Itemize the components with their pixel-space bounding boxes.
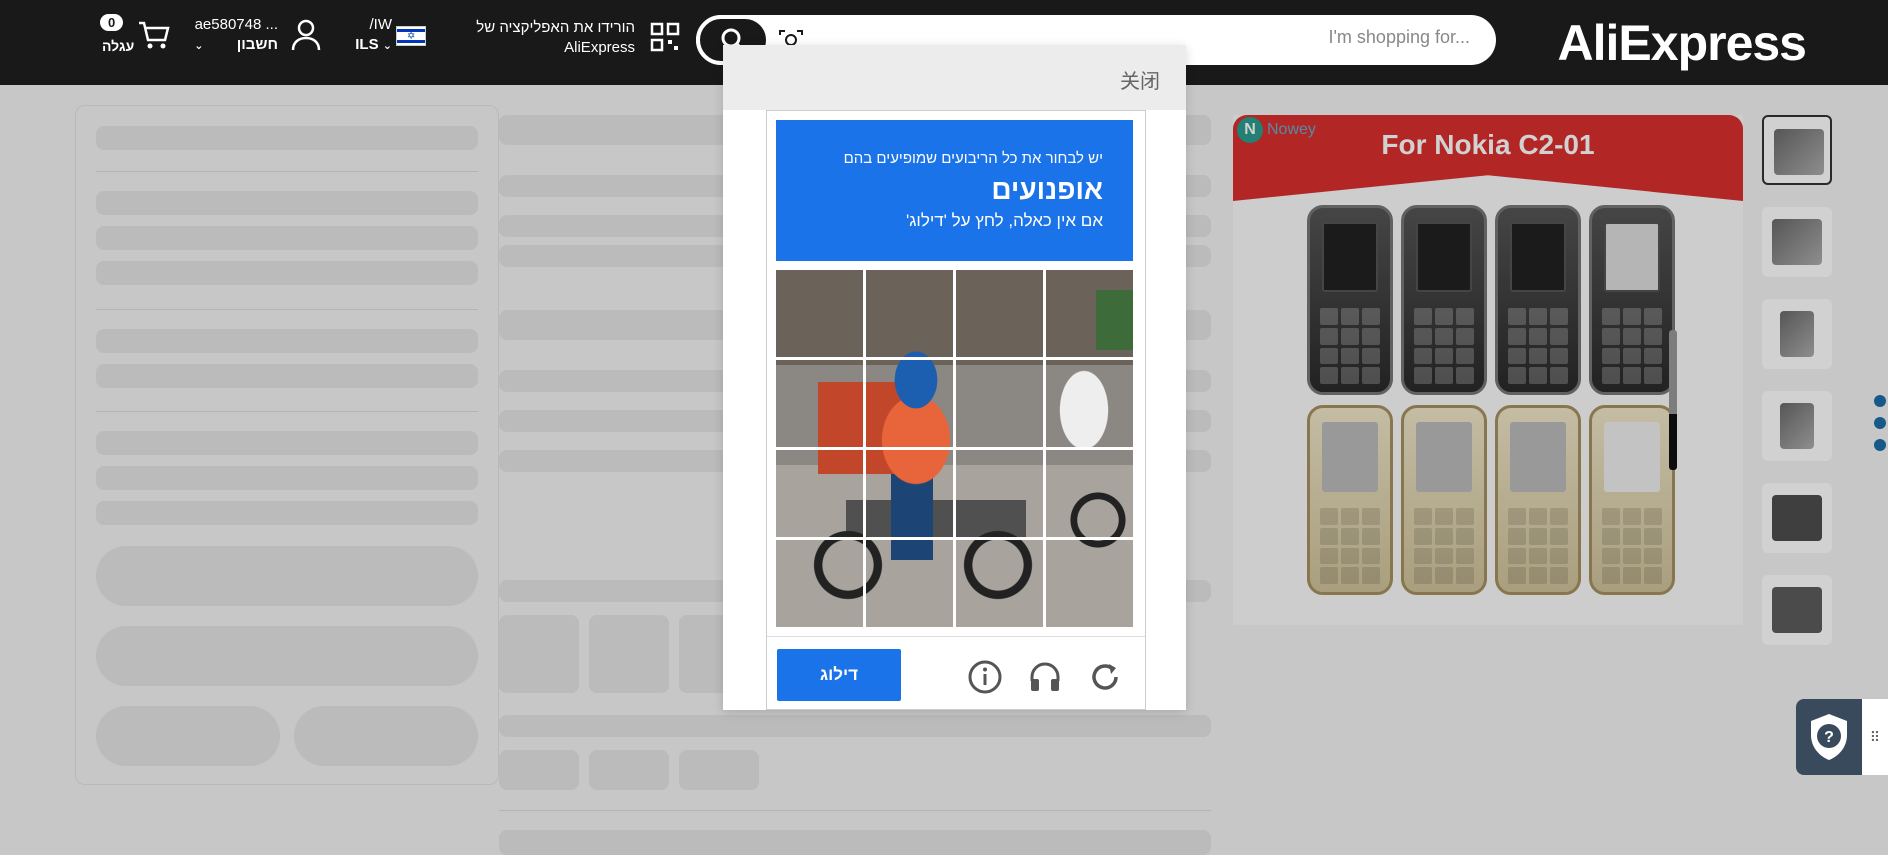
captcha-tile[interactable] — [955, 449, 1044, 538]
shield-question-icon: ? — [1811, 714, 1847, 760]
captcha-tile[interactable] — [1044, 359, 1133, 448]
captcha-modal: 关闭 יש לבחור את כל הריבועים שמופיעים בהם … — [723, 45, 1186, 710]
app-download-link[interactable]: הורידו את האפליקציה של AliExpress — [476, 18, 680, 58]
captcha-tile[interactable] — [776, 538, 865, 627]
recaptcha-instruction-header: יש לבחור את כל הריבועים שמופיעים בהם אופ… — [776, 120, 1133, 261]
info-icon[interactable] — [967, 659, 1003, 695]
israel-flag-icon: ✡ — [396, 26, 426, 46]
cart-button[interactable]: 0 עגלה — [100, 14, 172, 58]
drag-handle-icon[interactable]: ⠿ — [1862, 699, 1888, 775]
currency-label: ILS ⌄ — [355, 36, 392, 53]
modal-top-bar: 关闭 — [723, 45, 1186, 110]
recaptcha-challenge: יש לבחור את כל הריבועים שמופיעים בהם אופ… — [766, 110, 1146, 710]
cart-count-badge: 0 — [100, 14, 124, 31]
captcha-tile[interactable] — [865, 538, 954, 627]
captcha-tile[interactable] — [776, 270, 865, 359]
app-download-line2: AliExpress — [564, 39, 635, 56]
qr-code-icon — [650, 22, 680, 58]
skip-button[interactable]: דילוג — [777, 649, 901, 701]
captcha-image-grid — [776, 270, 1133, 627]
captcha-tile[interactable] — [1044, 538, 1133, 627]
audio-icon[interactable] — [1027, 659, 1063, 695]
captcha-tile[interactable] — [865, 270, 954, 359]
modal-close-button[interactable]: 关闭 — [1120, 65, 1160, 94]
captcha-tile[interactable] — [1044, 270, 1133, 359]
captcha-tile[interactable] — [776, 449, 865, 538]
cart-label: עגלה — [102, 38, 135, 54]
app-download-line1: הורידו את האפליקציה של — [476, 19, 635, 36]
language-currency-selector[interactable]: ✡ /IW ILS ⌄ — [352, 16, 432, 56]
footer-divider — [767, 636, 1145, 637]
captcha-tile[interactable] — [865, 359, 954, 448]
captcha-tile[interactable] — [1044, 449, 1133, 538]
instruction-skip-hint: אם אין כאלה, לחץ על 'דילוג' — [905, 211, 1103, 230]
language-label: /IW — [369, 16, 393, 33]
aliexpress-logo[interactable]: AliExpress — [1558, 14, 1807, 72]
user-icon — [290, 18, 322, 56]
captcha-tile[interactable] — [776, 359, 865, 448]
reload-icon[interactable] — [1087, 659, 1123, 695]
account-menu[interactable]: ae580748 ... ⌄ חשבון — [186, 16, 322, 60]
svg-text:?: ? — [1824, 729, 1834, 746]
chevron-down-icon: ⌄ — [194, 40, 204, 52]
captcha-tile[interactable] — [955, 538, 1044, 627]
captcha-tile[interactable] — [865, 449, 954, 538]
instruction-text: יש לבחור את כל הריבועים שמופיעים בהם — [843, 150, 1103, 167]
instruction-object: אופנועים — [991, 174, 1103, 205]
cart-icon — [138, 20, 170, 53]
chevron-down-icon: ⌄ — [382, 40, 392, 52]
help-widget-button[interactable]: ? — [1796, 699, 1862, 775]
captcha-tile[interactable] — [955, 359, 1044, 448]
captcha-tile[interactable] — [955, 270, 1044, 359]
account-label: ⌄ חשבון — [194, 36, 278, 53]
account-username: ae580748 ... — [194, 16, 278, 33]
